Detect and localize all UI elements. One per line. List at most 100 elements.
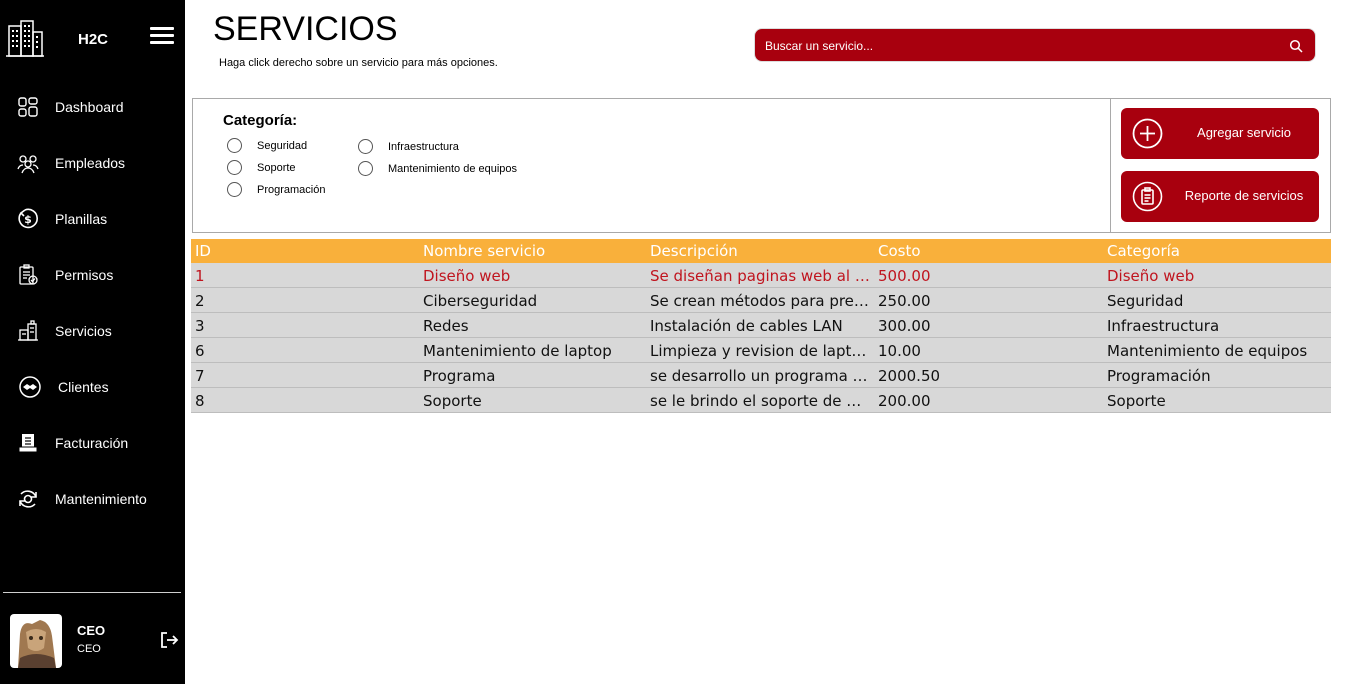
avatar	[10, 614, 62, 668]
radio-circle[interactable]	[358, 139, 373, 154]
logout-icon[interactable]	[159, 630, 179, 650]
cell-descripcion: Instalación de cables LAN	[650, 317, 843, 335]
table-row[interactable]: 6 Mantenimiento de laptop Limpieza y rev…	[191, 338, 1331, 363]
cell-descripcion: se le brindo el soporte de un equipo	[650, 392, 870, 410]
sidebar-item-empleados[interactable]: Empleados	[0, 141, 185, 185]
user-role: CEO	[77, 643, 101, 655]
employees-icon	[17, 155, 39, 174]
search-input[interactable]	[765, 35, 1265, 57]
permissions-icon	[19, 264, 38, 285]
building-logo-icon	[6, 20, 44, 57]
cell-costo: 200.00	[878, 392, 931, 410]
filter-panel: Categoría: Seguridad Soporte Programació…	[192, 98, 1331, 233]
sidebar-item-label: Dashboard	[55, 99, 124, 115]
cell-categoria: Mantenimiento de equipos	[1107, 342, 1308, 360]
column-header-id[interactable]: ID	[195, 242, 415, 260]
radio-seguridad[interactable]: Seguridad	[227, 138, 307, 153]
service-report-button[interactable]: Reporte de servicios	[1121, 171, 1319, 222]
sidebar-divider	[3, 592, 181, 593]
services-table: ID Nombre servicio Descripción Costo Cat…	[191, 239, 1331, 413]
column-header-descripcion[interactable]: Descripción	[650, 242, 870, 260]
panel-divider	[1110, 99, 1111, 232]
column-header-nombre[interactable]: Nombre servicio	[423, 242, 643, 260]
svg-text:$: $	[24, 213, 32, 226]
cell-nombre: Mantenimiento de laptop	[423, 342, 612, 360]
radio-label: Programación	[257, 183, 326, 196]
cell-nombre: Programa	[423, 367, 496, 385]
search-bar	[754, 28, 1316, 62]
dashboard-icon	[18, 97, 38, 117]
clipboard-report-icon	[1132, 181, 1163, 212]
table-row[interactable]: 7 Programa se desarrollo un programa de …	[191, 363, 1331, 388]
radio-infraestructura[interactable]: Infraestructura	[358, 139, 459, 154]
cell-id: 8	[195, 392, 205, 410]
cell-costo: 250.00	[878, 292, 931, 310]
sidebar: H2C Dashboard Empleados $ Planillas Perm…	[0, 0, 185, 684]
services-icon	[18, 320, 38, 341]
sidebar-item-label: Facturación	[55, 435, 129, 451]
page-title: SERVICIOS	[213, 10, 398, 48]
table-row[interactable]: 2 Ciberseguridad Se crean métodos para p…	[191, 288, 1331, 313]
cell-costo: 300.00	[878, 317, 931, 335]
sidebar-item-dashboard[interactable]: Dashboard	[0, 85, 185, 129]
cell-id: 3	[195, 317, 205, 335]
brand: H2C	[0, 0, 185, 80]
cell-descripcion: Se crean métodos para prevenir ataques	[650, 292, 870, 310]
cell-nombre: Diseño web	[423, 267, 511, 285]
add-service-label: Agregar servicio	[1197, 125, 1291, 140]
radio-label: Seguridad	[257, 139, 308, 152]
cell-costo: 10.00	[878, 342, 921, 360]
radio-circle[interactable]	[227, 182, 242, 197]
sidebar-item-label: Permisos	[55, 267, 114, 283]
radio-circle[interactable]	[358, 161, 373, 176]
radio-label: Soporte	[257, 161, 296, 174]
radio-circle[interactable]	[227, 160, 242, 175]
sidebar-item-mantenimiento[interactable]: Mantenimiento	[0, 477, 185, 521]
radio-programacion[interactable]: Programación	[227, 182, 325, 197]
table-row[interactable]: 8 Soporte se le brindo el soporte de un …	[191, 388, 1331, 413]
sidebar-item-permisos[interactable]: Permisos	[0, 253, 185, 297]
cell-id: 2	[195, 292, 205, 310]
radio-label: Infraestructura	[388, 140, 459, 153]
cell-categoria: Diseño web	[1107, 267, 1195, 285]
cell-nombre: Ciberseguridad	[423, 292, 538, 310]
sidebar-item-planillas[interactable]: $ Planillas	[0, 197, 185, 241]
user-name: CEO	[77, 623, 106, 638]
sidebar-item-clientes[interactable]: Clientes	[0, 365, 185, 409]
radio-soporte[interactable]: Soporte	[227, 160, 296, 175]
table-row[interactable]: 3 Redes Instalación de cables LAN 300.00…	[191, 313, 1331, 338]
add-service-button[interactable]: Agregar servicio	[1121, 108, 1319, 159]
column-header-costo[interactable]: Costo	[878, 242, 1100, 260]
cell-categoria: Soporte	[1107, 392, 1166, 410]
radio-circle[interactable]	[227, 138, 242, 153]
sidebar-item-label: Servicios	[55, 323, 112, 339]
cell-descripcion: Limpieza y revision de laptops	[650, 342, 870, 360]
maintenance-icon	[19, 490, 37, 508]
service-report-label: Reporte de servicios	[1184, 188, 1304, 203]
table-header: ID Nombre servicio Descripción Costo Cat…	[191, 239, 1331, 263]
sidebar-item-servicios[interactable]: Servicios	[0, 309, 185, 353]
sidebar-item-facturacion[interactable]: Facturación	[0, 421, 185, 465]
cell-nombre: Redes	[423, 317, 469, 335]
search-icon[interactable]	[1289, 39, 1303, 53]
hamburger-menu-icon[interactable]	[150, 27, 174, 49]
table-row[interactable]: 1 Diseño web Se diseñan paginas web al g…	[191, 263, 1331, 288]
cell-categoria: Seguridad	[1107, 292, 1184, 310]
cell-categoria: Programación	[1107, 367, 1211, 385]
cell-costo: 2000.50	[878, 367, 941, 385]
radio-mantenimiento-de-equipos[interactable]: Mantenimiento de equipos	[358, 161, 517, 176]
page-subtitle: Haga click derecho sobre un servicio par…	[219, 57, 498, 69]
radio-label: Mantenimiento de equipos	[388, 162, 518, 175]
brand-name: H2C	[78, 31, 109, 48]
payroll-icon: $	[18, 208, 38, 229]
cell-nombre: Soporte	[423, 392, 482, 410]
column-header-categoria[interactable]: Categoría	[1107, 242, 1329, 260]
cell-id: 1	[195, 267, 205, 285]
plus-circle-icon	[1132, 118, 1163, 149]
cell-descripcion: Se diseñan paginas web al gusto del clie…	[650, 267, 870, 285]
cell-descripcion: se desarrollo un programa de escritorio	[650, 367, 870, 385]
handshake-icon	[19, 376, 41, 398]
cell-id: 6	[195, 342, 205, 360]
app-window: H2C Dashboard Empleados $ Planillas Perm…	[0, 0, 1345, 684]
category-title: Categoría:	[223, 112, 298, 129]
